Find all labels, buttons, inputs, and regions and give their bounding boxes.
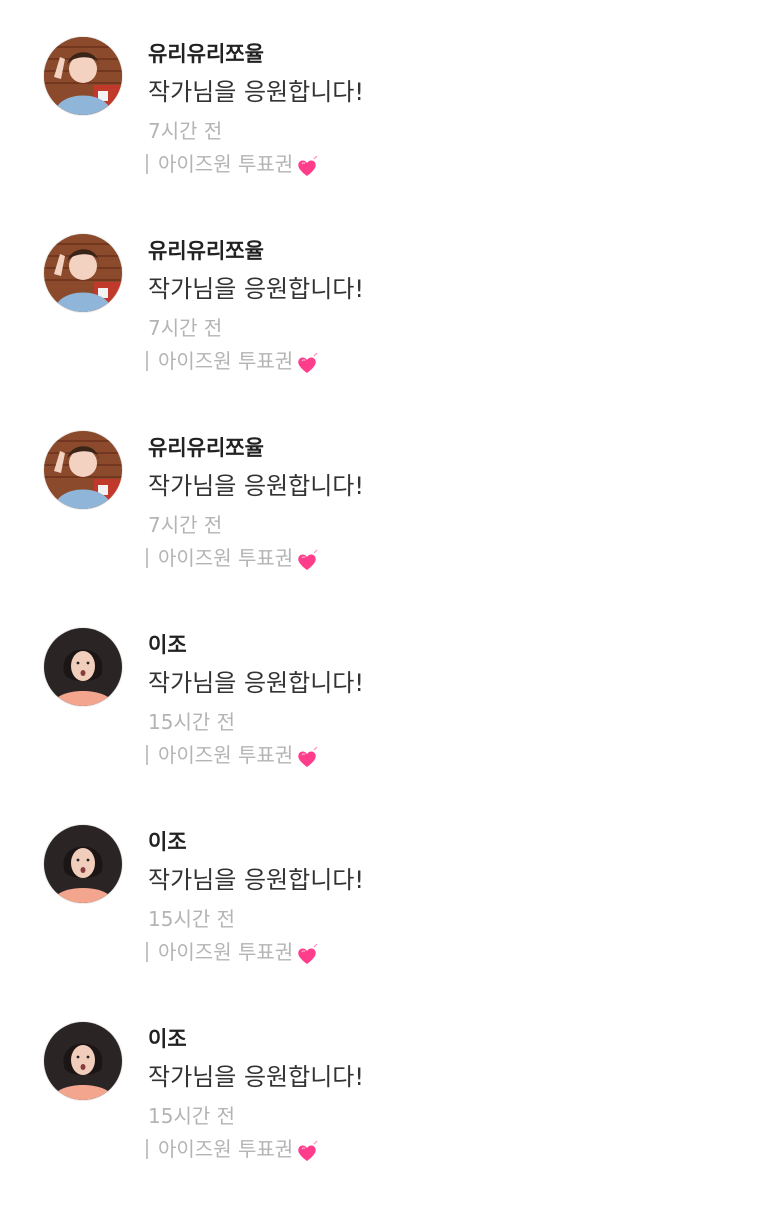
comment-item: 이조 작가님을 응원합니다! 15시간 전 아이즈원 투표권 [0, 1022, 781, 1212]
timestamp: 7시간 전 [148, 316, 223, 340]
profile-photo-icon [44, 1022, 122, 1100]
comment-text: 작가님을 응원합니다! [148, 669, 364, 697]
vote-label: 아이즈원 투표권 [158, 940, 294, 964]
username[interactable]: 유리유리쪼율 [148, 435, 264, 461]
growing-heart-icon [295, 549, 319, 573]
profile-photo-icon [44, 37, 122, 115]
avatar[interactable] [44, 825, 122, 903]
comment-text: 작가님을 응원합니다! [148, 275, 364, 303]
avatar[interactable] [44, 431, 122, 509]
comment-text: 작가님을 응원합니다! [148, 78, 364, 106]
growing-heart-icon [295, 352, 319, 376]
growing-heart-icon [295, 943, 319, 967]
vote-tag: 아이즈원 투표권 [146, 348, 319, 374]
divider [146, 548, 148, 568]
avatar[interactable] [44, 37, 122, 115]
comment-item: 이조 작가님을 응원합니다! 15시간 전 아이즈원 투표권 [0, 825, 781, 1015]
timestamp: 7시간 전 [148, 513, 223, 537]
timestamp: 7시간 전 [148, 119, 223, 143]
vote-label: 아이즈원 투표권 [158, 152, 294, 176]
timestamp: 15시간 전 [148, 1104, 236, 1128]
username[interactable]: 유리유리쪼율 [148, 238, 264, 264]
vote-tag: 아이즈원 투표권 [146, 545, 319, 571]
timestamp: 15시간 전 [148, 710, 236, 734]
vote-label: 아이즈원 투표권 [158, 349, 294, 373]
comment-item: 유리유리쪼율 작가님을 응원합니다! 7시간 전 아이즈원 투표권 [0, 37, 781, 227]
growing-heart-icon [295, 746, 319, 770]
divider [146, 1139, 148, 1159]
divider [146, 351, 148, 371]
vote-tag: 아이즈원 투표권 [146, 742, 319, 768]
comment-item: 이조 작가님을 응원합니다! 15시간 전 아이즈원 투표권 [0, 628, 781, 818]
vote-label: 아이즈원 투표권 [158, 546, 294, 570]
divider [146, 745, 148, 765]
comment-text: 작가님을 응원합니다! [148, 472, 364, 500]
divider [146, 942, 148, 962]
username[interactable]: 이조 [148, 1026, 187, 1052]
profile-photo-icon [44, 628, 122, 706]
vote-label: 아이즈원 투표권 [158, 743, 294, 767]
vote-label: 아이즈원 투표권 [158, 1137, 294, 1161]
comment-item: 유리유리쪼율 작가님을 응원합니다! 7시간 전 아이즈원 투표권 [0, 431, 781, 621]
growing-heart-icon [295, 155, 319, 179]
vote-tag: 아이즈원 투표권 [146, 939, 319, 965]
growing-heart-icon [295, 1140, 319, 1164]
comment-item: 유리유리쪼율 작가님을 응원합니다! 7시간 전 아이즈원 투표권 [0, 234, 781, 424]
profile-photo-icon [44, 234, 122, 312]
vote-tag: 아이즈원 투표권 [146, 151, 319, 177]
username[interactable]: 유리유리쪼율 [148, 41, 264, 67]
avatar[interactable] [44, 234, 122, 312]
avatar[interactable] [44, 628, 122, 706]
comment-text: 작가님을 응원합니다! [148, 1063, 364, 1091]
comment-text: 작가님을 응원합니다! [148, 866, 364, 894]
profile-photo-icon [44, 431, 122, 509]
avatar[interactable] [44, 1022, 122, 1100]
divider [146, 154, 148, 174]
username[interactable]: 이조 [148, 632, 187, 658]
vote-tag: 아이즈원 투표권 [146, 1136, 319, 1162]
username[interactable]: 이조 [148, 829, 187, 855]
timestamp: 15시간 전 [148, 907, 236, 931]
profile-photo-icon [44, 825, 122, 903]
